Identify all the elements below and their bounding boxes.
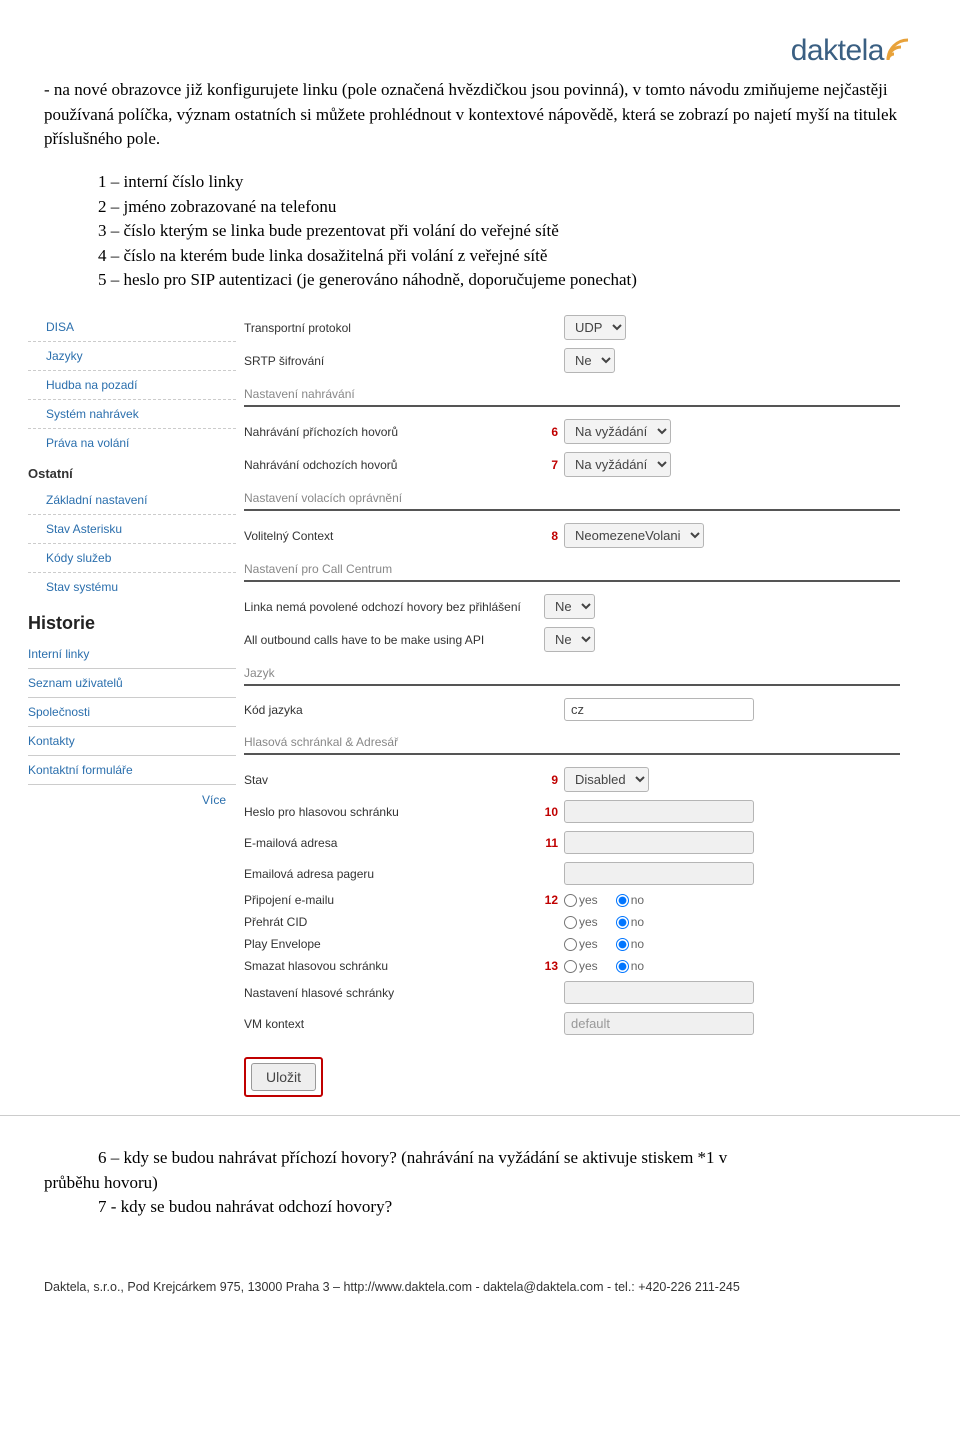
sidebar-item-zakladni[interactable]: Základní nastavení [28, 486, 236, 515]
sidebar-item-asterisk[interactable]: Stav Asterisku [28, 515, 236, 544]
label-nastavenischranky: Nastavení hlasové schránky [244, 986, 544, 1000]
radio-pripojeni-yes[interactable] [564, 894, 577, 907]
save-button[interactable]: Uložit [251, 1063, 316, 1091]
label-stav: Stav [244, 773, 544, 787]
sidebar: DISA Jazyky Hudba na pozadí Systém nahrá… [0, 307, 244, 1115]
input-pager[interactable] [564, 862, 754, 885]
list-item: 5 – heslo pro SIP autentizaci (je genero… [98, 268, 916, 293]
input-hesloschranka[interactable] [564, 800, 754, 823]
marker-8: 8 [544, 529, 564, 543]
sidebar-item-formulare[interactable]: Kontaktní formuláře [28, 756, 236, 785]
label-email: E-mailová adresa [244, 836, 544, 850]
select-nahr-odchozi[interactable]: Na vyžádání [564, 452, 671, 477]
input-email[interactable] [564, 831, 754, 854]
label-nahr-prichozi: Nahrávání příchozích hovorů [244, 425, 544, 439]
sidebar-item-spolecnosti[interactable]: Společnosti [28, 698, 236, 727]
label-hesloschranka: Heslo pro hlasovou schránku [244, 805, 544, 819]
label-prehrat: Přehrát CID [244, 915, 544, 929]
radio-pripojeni-no[interactable] [616, 894, 629, 907]
sidebar-item-kontakty[interactable]: Kontakty [28, 727, 236, 756]
sidebar-heading-historie: Historie [28, 601, 236, 640]
marker-6: 6 [544, 425, 564, 439]
list-item: 2 – jméno zobrazované na telefonu [98, 195, 916, 220]
marker-12: 12 [544, 893, 564, 907]
select-transport[interactable]: UDP [564, 315, 626, 340]
select-api[interactable]: Ne [544, 627, 595, 652]
label-smazat: Smazat hlasovou schránku [244, 959, 544, 973]
radio-prehrat-no[interactable] [616, 916, 629, 929]
numbered-list: 1 – interní číslo linky 2 – jméno zobraz… [44, 170, 916, 293]
marker-13: 13 [544, 959, 564, 973]
label-pager: Emailová adresa pageru [244, 867, 544, 881]
section-callcentrum: Nastavení pro Call Centrum [244, 552, 900, 582]
marker-10: 10 [544, 805, 564, 819]
input-nastavenischranky[interactable] [564, 981, 754, 1004]
sidebar-item-hudba[interactable]: Hudba na pozadí [28, 371, 236, 400]
label-envelope: Play Envelope [244, 937, 544, 951]
intro-text: - na nové obrazovce již konfigurujete li… [44, 78, 916, 152]
radio-envelope-yes[interactable] [564, 938, 577, 951]
label-transport: Transportní protokol [244, 321, 544, 335]
label-kodjazyka: Kód jazyka [244, 703, 544, 717]
app-screenshot: DISA Jazyky Hudba na pozadí Systém nahrá… [0, 307, 960, 1116]
select-context[interactable]: NeomezeneVolani [564, 523, 704, 548]
label-context: Volitelný Context [244, 529, 544, 543]
sidebar-item-systemu[interactable]: Stav systému [28, 573, 236, 601]
footer: Daktela, s.r.o., Pod Krejcárkem 975, 130… [44, 1220, 916, 1304]
sidebar-item-prava[interactable]: Práva na volání [28, 429, 236, 457]
signal-icon [886, 34, 916, 62]
section-jazyk: Jazyk [244, 656, 900, 686]
list-item: 1 – interní číslo linky [98, 170, 916, 195]
select-bezprihlaseni[interactable]: Ne [544, 594, 595, 619]
radio-envelope-no[interactable] [616, 938, 629, 951]
sidebar-item-disa[interactable]: DISA [28, 313, 236, 342]
sidebar-item-jazyky[interactable]: Jazyky [28, 342, 236, 371]
marker-11: 11 [544, 836, 564, 850]
form-main: Transportní protokol UDP SRTP šifrování … [244, 307, 960, 1115]
label-vmkontext: VM kontext [244, 1017, 544, 1031]
logo-text: daktela [791, 34, 884, 68]
sidebar-item-nahravky[interactable]: Systém nahrávek [28, 400, 236, 429]
input-vmkontext[interactable] [564, 1012, 754, 1035]
sidebar-heading-ostatni: Ostatní [28, 457, 236, 486]
label-srtp: SRTP šifrování [244, 354, 544, 368]
select-stav[interactable]: Disabled [564, 767, 649, 792]
input-kodjazyka[interactable] [564, 698, 754, 721]
radio-smazat-yes[interactable] [564, 960, 577, 973]
section-opravneni: Nastavení volacích oprávnění [244, 481, 900, 511]
section-hlasova: Hlasová schránkal & Adresář [244, 725, 900, 755]
after-text: 6 – kdy se budou nahrávat příchozí hovor… [44, 1116, 916, 1220]
sidebar-item-interni[interactable]: Interní linky [28, 640, 236, 669]
section-nahravani: Nastavení nahrávání [244, 377, 900, 407]
sidebar-more[interactable]: Více [28, 785, 236, 807]
marker-9: 9 [544, 773, 564, 787]
label-bezprihlaseni: Linka nemá povolené odchozí hovory bez p… [244, 600, 544, 614]
select-nahr-prichozi[interactable]: Na vyžádání [564, 419, 671, 444]
radio-prehrat-yes[interactable] [564, 916, 577, 929]
sidebar-item-kody[interactable]: Kódy služeb [28, 544, 236, 573]
logo: daktela [44, 34, 916, 68]
select-srtp[interactable]: Ne [564, 348, 615, 373]
sidebar-item-seznam[interactable]: Seznam uživatelů [28, 669, 236, 698]
label-pripojeni: Připojení e-mailu [244, 893, 544, 907]
radio-smazat-no[interactable] [616, 960, 629, 973]
list-item: 4 – číslo na kterém bude linka dosažitel… [98, 244, 916, 269]
highlight-box: Uložit [244, 1057, 323, 1097]
marker-7: 7 [544, 458, 564, 472]
label-nahr-odchozi: Nahrávání odchozích hovorů [244, 458, 544, 472]
list-item: 3 – číslo kterým se linka bude prezentov… [98, 219, 916, 244]
label-api: All outbound calls have to be make using… [244, 633, 544, 647]
